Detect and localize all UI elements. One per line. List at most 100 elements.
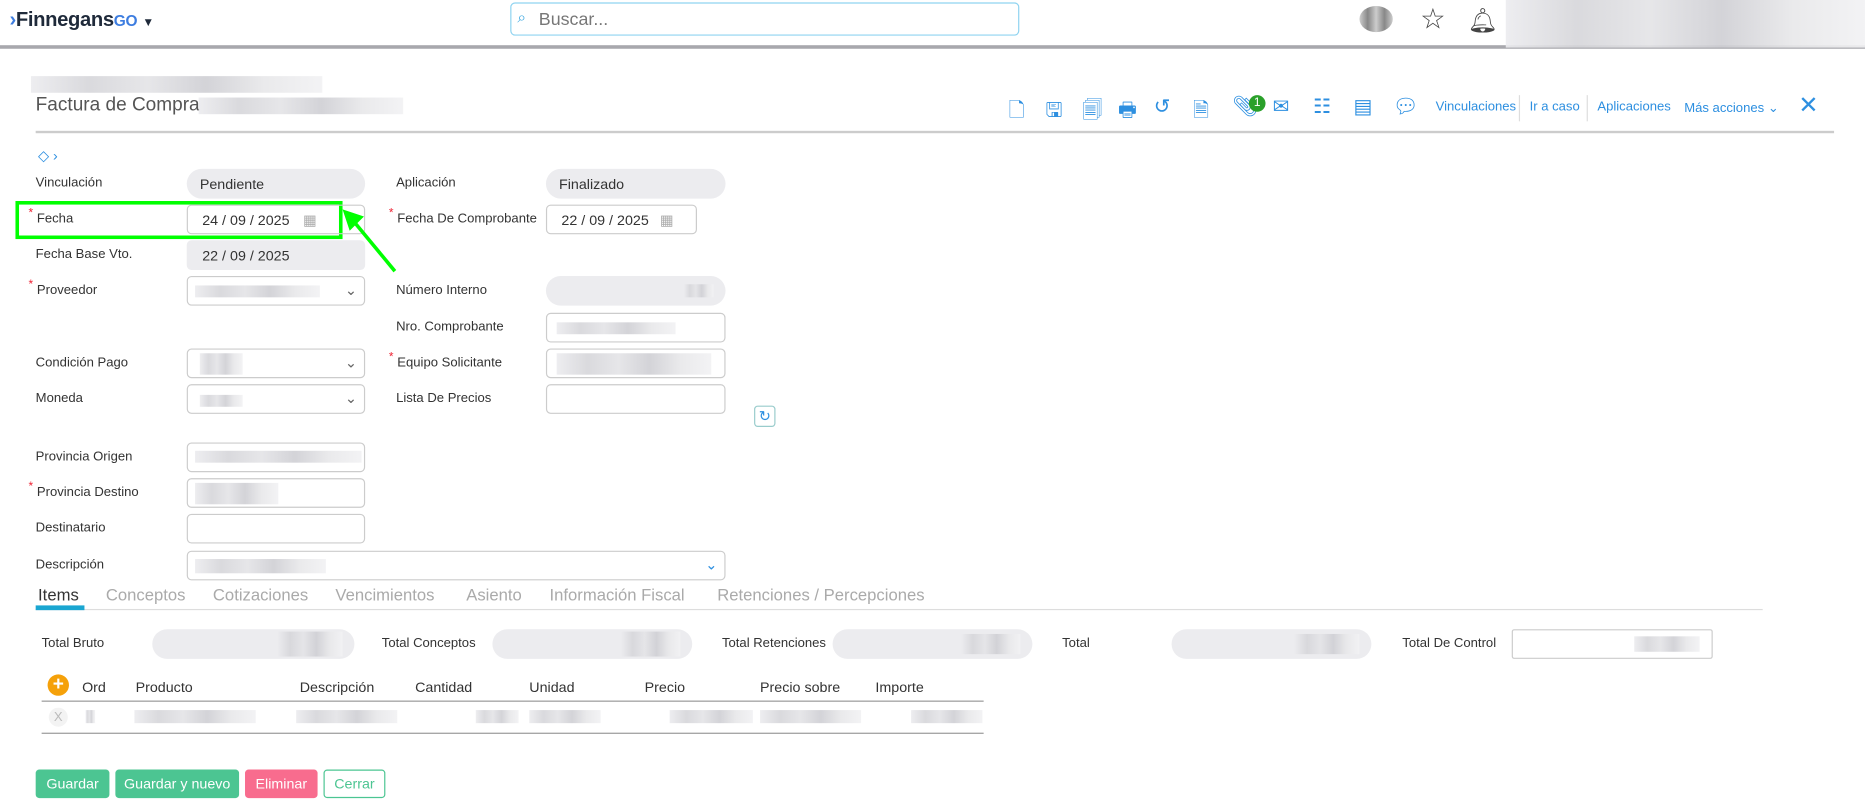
total-label: Total <box>1062 636 1090 651</box>
fecha-comprobante-input[interactable]: 22 / 09 / 2025 ▦ <box>545 204 697 235</box>
chevron-down-icon: ⌄ <box>344 390 357 407</box>
page-title: Factura de Compra <box>35 95 200 116</box>
user-info-redacted[interactable] <box>1505 0 1865 48</box>
tab-asiento[interactable]: Asiento <box>466 585 522 604</box>
aplicacion-status: Finalizado <box>545 168 726 199</box>
provincia-origen-label: Provincia Origen <box>35 449 133 464</box>
search-placeholder: Buscar... <box>538 9 609 30</box>
tab-cotizaciones[interactable]: Cotizaciones <box>213 585 308 604</box>
fecha-day: 24 <box>202 211 219 229</box>
fecha-base-month: 09 <box>230 247 246 265</box>
delete-button[interactable]: Eliminar <box>245 769 318 799</box>
bell-icon[interactable]: 🔔︎ <box>1468 6 1498 36</box>
numero-interno-value <box>545 275 726 306</box>
table-row[interactable]: X <box>41 700 984 734</box>
link-aplicaciones[interactable]: Aplicaciones <box>1597 100 1670 114</box>
vinculacion-label: Vinculación <box>35 176 103 191</box>
descripcion-select[interactable]: ⌄ <box>186 550 726 581</box>
provincia-origen-input[interactable] <box>186 442 366 473</box>
fecha-label-text: Fecha <box>36 211 74 226</box>
condicion-pago-select[interactable]: ⌄ <box>186 348 366 379</box>
divider <box>1586 95 1588 122</box>
chevron-down-icon: ⌄ <box>1767 101 1779 116</box>
delete-row-button[interactable]: X <box>48 707 68 727</box>
equipo-label-text: Equipo Solicitante <box>397 355 503 370</box>
total-bruto-label: Total Bruto <box>41 636 105 651</box>
tag-icon[interactable]: ◇ › <box>38 147 58 164</box>
tab-conceptos[interactable]: Conceptos <box>106 585 186 604</box>
search-input[interactable]: ⌕ Buscar... <box>510 2 1020 36</box>
refresh-icon[interactable]: ↻ <box>754 405 776 427</box>
brand-name: Finnegans <box>15 8 114 31</box>
chevron-down-icon: ⌄ <box>344 281 357 299</box>
apps-logo-icon[interactable] <box>1359 5 1393 33</box>
fecha-base-input: 22 / 09 / 2025 <box>186 240 366 270</box>
total-conceptos-value <box>492 629 693 659</box>
aplicacion-label: Aplicación <box>396 176 456 191</box>
attachment-count-badge: 1 <box>1248 95 1266 112</box>
caret-down-icon[interactable]: ▼ <box>142 17 154 30</box>
brand-logo[interactable]: ›FinnegansGO ▼ <box>10 8 155 32</box>
provincia-destino-input[interactable] <box>186 478 366 508</box>
moneda-select[interactable]: ⌄ <box>186 384 366 414</box>
print-icon[interactable]: 🖶 <box>1118 95 1137 129</box>
tab-retenciones-percepciones[interactable]: Retenciones / Percepciones <box>717 585 924 604</box>
link-vinculaciones[interactable]: Vinculaciones <box>1436 100 1517 114</box>
fecha-base-day: 22 <box>202 247 219 265</box>
fecha-base-year: 2025 <box>257 247 290 265</box>
document-list-icon[interactable]: ▤ <box>1354 95 1373 119</box>
copy-icon[interactable]: 🗐 <box>1082 95 1102 129</box>
tab-vencimientos[interactable]: Vencimientos <box>335 585 434 604</box>
destinatario-input[interactable] <box>186 513 366 544</box>
fecha-date-input[interactable]: 24 / 09 / 2025 ▦ <box>186 204 366 235</box>
link-ir-a-caso[interactable]: Ir a caso <box>1530 100 1580 114</box>
total-retenciones-label: Total Retenciones <box>721 636 826 651</box>
fecha-base-label: Fecha Base Vto. <box>35 247 133 262</box>
email-icon[interactable]: ✉ <box>1273 95 1290 119</box>
col-precio: Precio <box>644 679 686 696</box>
tab-informacion-fiscal[interactable]: Información Fiscal <box>550 585 685 604</box>
add-row-icon[interactable]: + <box>47 674 69 696</box>
checklist-icon[interactable]: ☷ <box>1313 95 1331 119</box>
equipo-input[interactable] <box>545 348 726 379</box>
moneda-label: Moneda <box>35 391 83 406</box>
close-button[interactable]: Cerrar <box>323 769 386 799</box>
lista-precios-label: Lista De Precios <box>396 391 492 406</box>
fecha-comprobante-label: * Fecha De Comprobante <box>388 206 537 226</box>
calendar-icon[interactable]: ▦ <box>660 212 673 229</box>
save-button[interactable]: Guardar <box>35 769 110 799</box>
destinatario-label: Destinatario <box>35 520 106 536</box>
new-document-icon[interactable]: 🗋 <box>1009 95 1025 129</box>
total-control-input[interactable] <box>1511 629 1713 659</box>
col-unidad: Unidad <box>529 679 575 696</box>
numero-interno-label: Número Interno <box>396 283 487 298</box>
chevron-down-icon: ⌄ <box>344 354 357 372</box>
col-descripcion: Descripción <box>299 679 375 696</box>
brand-suffix: GO <box>113 11 138 30</box>
nro-comprobante-input[interactable] <box>545 312 726 343</box>
tab-items[interactable]: Items <box>38 585 79 604</box>
more-actions-dropdown[interactable]: Más acciones ⌄ <box>1684 100 1779 115</box>
vinculacion-status: Pendiente <box>186 168 366 199</box>
fecha-month: 09 <box>230 211 246 229</box>
pdf-icon[interactable]: 🗎 <box>1193 95 1209 129</box>
proveedor-select[interactable]: ⌄ <box>186 275 366 306</box>
provincia-destino-label-text: Provincia Destino <box>36 485 139 500</box>
tabs-divider <box>35 608 1763 611</box>
header-divider <box>35 130 1835 134</box>
star-icon[interactable]: ☆ <box>1420 2 1446 36</box>
save-icon[interactable]: 🖫 <box>1045 95 1062 129</box>
close-icon[interactable]: ✕ <box>1798 90 1818 120</box>
fecha-label: * Fecha <box>28 206 74 226</box>
more-actions-label: Más acciones <box>1684 101 1765 116</box>
fecha-comprobante-label-text: Fecha De Comprobante <box>397 211 537 226</box>
history-icon[interactable]: ↺ <box>1154 95 1171 119</box>
save-and-new-button[interactable]: Guardar y nuevo <box>115 769 240 799</box>
comment-icon[interactable]: 💬︎ <box>1393 95 1419 119</box>
total-retenciones-value <box>832 629 1033 659</box>
calendar-icon[interactable]: ▦ <box>303 212 316 229</box>
lista-precios-input[interactable] <box>545 384 726 414</box>
col-producto: Producto <box>135 679 193 696</box>
equipo-label: * Equipo Solicitante <box>388 350 503 370</box>
provincia-destino-label: * Provincia Destino <box>28 480 139 500</box>
